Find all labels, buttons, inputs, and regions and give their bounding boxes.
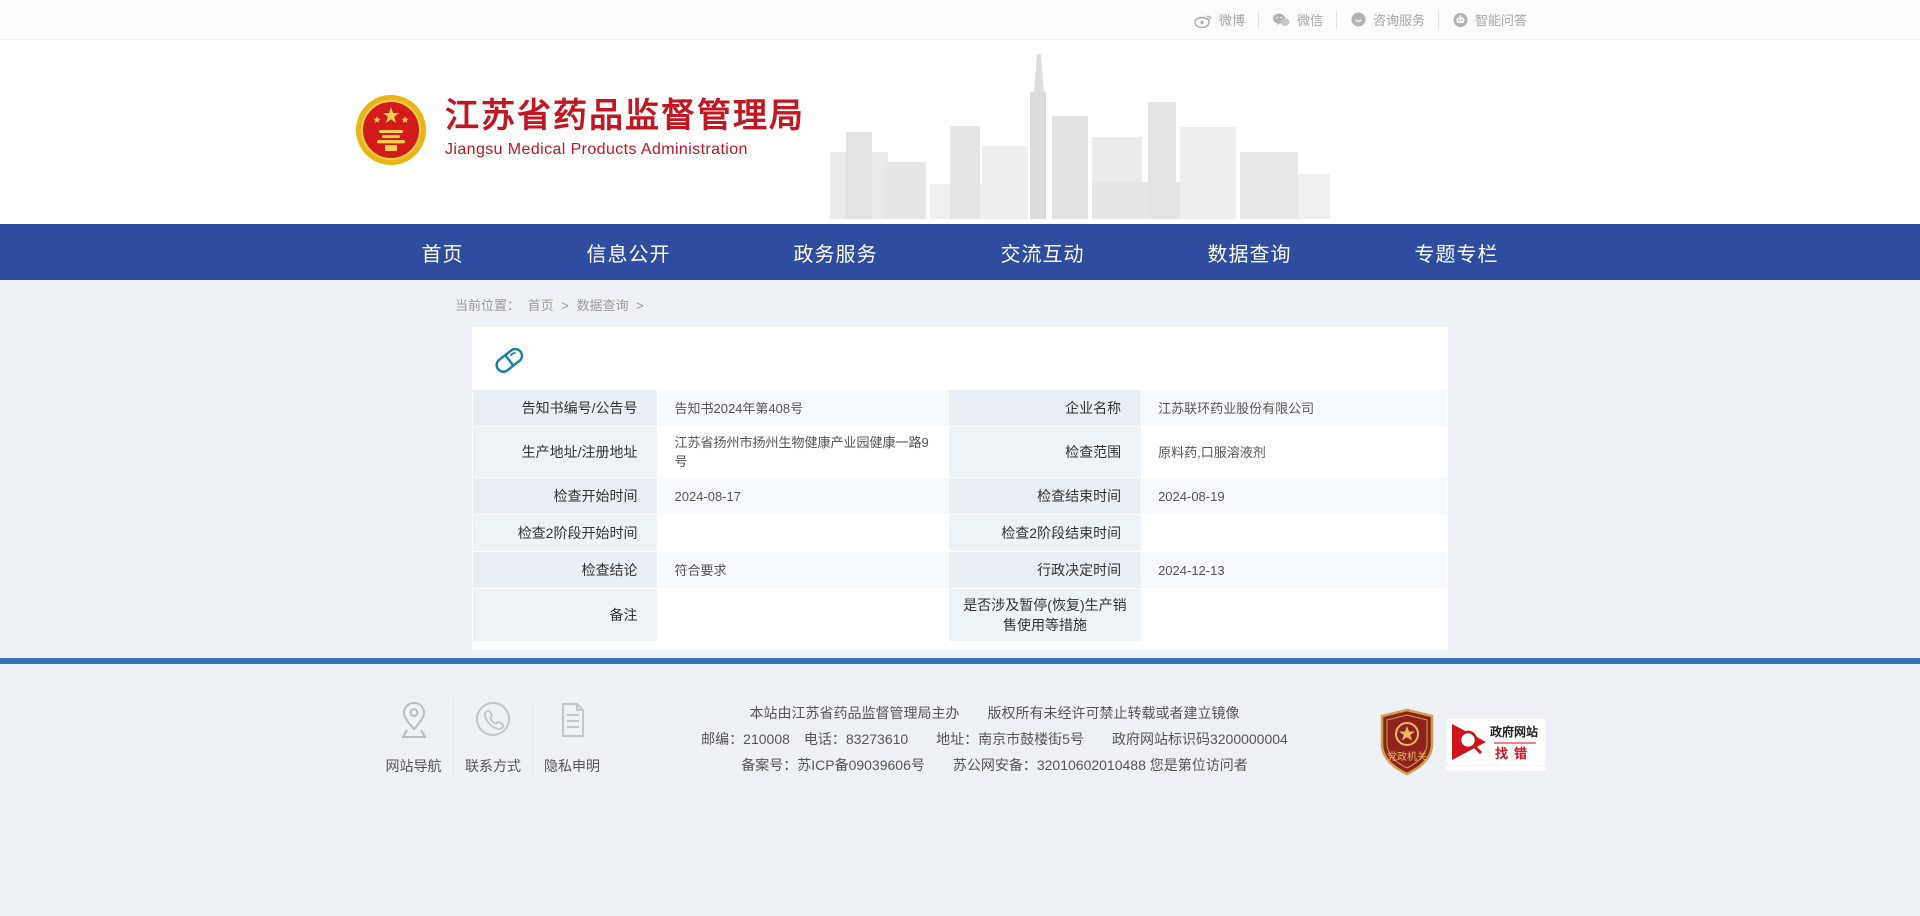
breadcrumb-prefix: 当前位置： — [455, 298, 520, 313]
footer-link-contact[interactable]: 联系方式 — [453, 700, 532, 776]
breadcrumb: 当前位置： 首页 > 数据查询 > — [455, 280, 1465, 327]
footer-link-site-map[interactable]: 网站导航 — [374, 700, 453, 776]
svg-text:党政机关: 党政机关 — [1387, 750, 1427, 763]
topbar-item-weibo[interactable]: 微博 — [1181, 11, 1258, 29]
cell-label: 生产地址/注册地址 — [473, 427, 657, 477]
cell-label: 备注 — [473, 589, 657, 641]
cell-label: 行政决定时间 — [949, 552, 1141, 588]
phone-icon — [454, 700, 532, 744]
pill-icon — [490, 341, 1448, 379]
top-utility-bar: 微博 微信 咨询服务 智能问答 — [0, 0, 1920, 40]
nav-item-info-disclosure[interactable]: 信息公开 — [577, 234, 681, 271]
national-emblem-icon — [355, 94, 427, 166]
nav-item-special-topics[interactable]: 专题专栏 — [1405, 234, 1509, 271]
cell-value — [1142, 515, 1447, 551]
footer-line-host: 本站由江苏省药品监督管理局主办 版权所有未经许可禁止转载或者建立镜像 — [627, 700, 1362, 726]
cell-label: 检查开始时间 — [473, 478, 657, 514]
svg-text:找错: 找错 — [1495, 746, 1533, 761]
nav-item-data-query[interactable]: 数据查询 — [1198, 234, 1302, 271]
nav-item-gov-services[interactable]: 政务服务 — [784, 234, 888, 271]
gov-site-error-report-badge[interactable]: 政府网站 找错 — [1446, 718, 1546, 771]
footer-link-label: 网站导航 — [374, 756, 453, 776]
site-logo[interactable]: 江苏省药品监督管理局 Jiangsu Medical Products Admi… — [355, 40, 1565, 166]
cell-label: 告知书编号/公告号 — [473, 390, 657, 426]
footer-line-contact: 邮编：210008 电话：83273610 地址：南京市鼓楼街5号 政府网站标识… — [627, 726, 1362, 752]
topbar-item-label: 咨询服务 — [1373, 10, 1425, 29]
topbar-item-label: 微博 — [1219, 10, 1245, 29]
breadcrumb-separator: > — [561, 298, 569, 313]
inspection-detail-card: 告知书编号/公告号 告知书2024年第408号 企业名称 江苏联环药业股份有限公… — [472, 327, 1448, 650]
party-gov-badge[interactable]: 党政机关 — [1378, 708, 1436, 781]
main-nav: 首页 信息公开 政务服务 交流互动 数据查询 专题专栏 — [0, 224, 1920, 280]
cell-value — [658, 515, 947, 551]
topbar-item-smart-qa[interactable]: 智能问答 — [1438, 11, 1540, 29]
table-row: 告知书编号/公告号 告知书2024年第408号 企业名称 江苏联环药业股份有限公… — [473, 390, 1447, 426]
cell-label: 检查结论 — [473, 552, 657, 588]
topbar-item-wechat[interactable]: 微信 — [1258, 11, 1336, 29]
document-icon — [533, 700, 611, 744]
footer-link-label: 隐私申明 — [533, 756, 611, 776]
nav-item-interaction[interactable]: 交流互动 — [991, 234, 1095, 271]
breadcrumb-separator: > — [636, 298, 644, 313]
site-title: 江苏省药品监督管理局 — [445, 96, 805, 136]
site-subtitle: Jiangsu Medical Products Administration — [445, 141, 805, 159]
cell-value: 江苏省扬州市扬州生物健康产业园健康一路9号 — [658, 427, 947, 477]
breadcrumb-section-link[interactable]: 数据查询 — [577, 298, 629, 313]
footer-link-label: 联系方式 — [454, 756, 532, 776]
footer-line-icp: 备案号：苏ICP备09039606号 苏公网安备：32010602010488 … — [627, 752, 1362, 778]
topbar-item-label: 智能问答 — [1475, 10, 1527, 29]
table-row: 检查结论 符合要求 行政决定时间 2024-12-13 — [473, 552, 1447, 588]
cell-value — [1142, 589, 1447, 641]
table-row: 检查开始时间 2024-08-17 检查结束时间 2024-08-19 — [473, 478, 1447, 514]
cell-value: 原料药,口服溶液剂 — [1142, 427, 1447, 477]
chat-bubble-icon — [1350, 12, 1367, 28]
cell-label: 检查结束时间 — [949, 478, 1141, 514]
cell-value: 2024-08-19 — [1142, 478, 1447, 514]
table-row: 生产地址/注册地址 江苏省扬州市扬州生物健康产业园健康一路9号 检查范围 原料药… — [473, 427, 1447, 477]
inspection-table: 告知书编号/公告号 告知书2024年第408号 企业名称 江苏联环药业股份有限公… — [472, 389, 1448, 642]
topbar-item-label: 微信 — [1297, 10, 1323, 29]
topbar-item-consult[interactable]: 咨询服务 — [1336, 11, 1438, 29]
cell-label: 检查2阶段开始时间 — [473, 515, 657, 551]
nav-item-home[interactable]: 首页 — [412, 234, 474, 271]
table-row: 备注 是否涉及暂停(恢复)生产销售使用等措施 — [473, 589, 1447, 641]
svg-text:政府网站: 政府网站 — [1490, 724, 1538, 739]
cell-label: 企业名称 — [949, 390, 1141, 426]
breadcrumb-home-link[interactable]: 首页 — [528, 298, 554, 313]
cell-label: 检查范围 — [949, 427, 1141, 477]
robot-icon — [1452, 12, 1469, 28]
footer-link-privacy[interactable]: 隐私申明 — [532, 700, 611, 776]
cell-value: 江苏联环药业股份有限公司 — [1142, 390, 1447, 426]
cell-value: 告知书2024年第408号 — [658, 390, 947, 426]
weibo-icon — [1194, 12, 1213, 28]
cell-value: 2024-12-13 — [1142, 552, 1447, 588]
map-pin-icon — [374, 700, 453, 744]
wechat-icon — [1272, 12, 1291, 28]
table-row: 检查2阶段开始时间 检查2阶段结束时间 — [473, 515, 1447, 551]
cell-label: 检查2阶段结束时间 — [949, 515, 1141, 551]
cell-label: 是否涉及暂停(恢复)生产销售使用等措施 — [949, 589, 1141, 641]
cell-value — [658, 589, 947, 641]
cell-value: 符合要求 — [658, 552, 947, 588]
site-footer: 网站导航 联系方式 隐私申明 本站由江苏省药品监督管理局主办 版权所有未经许可禁… — [0, 664, 1920, 781]
site-header: 江苏省药品监督管理局 Jiangsu Medical Products Admi… — [0, 40, 1920, 224]
cell-value: 2024-08-17 — [658, 478, 947, 514]
